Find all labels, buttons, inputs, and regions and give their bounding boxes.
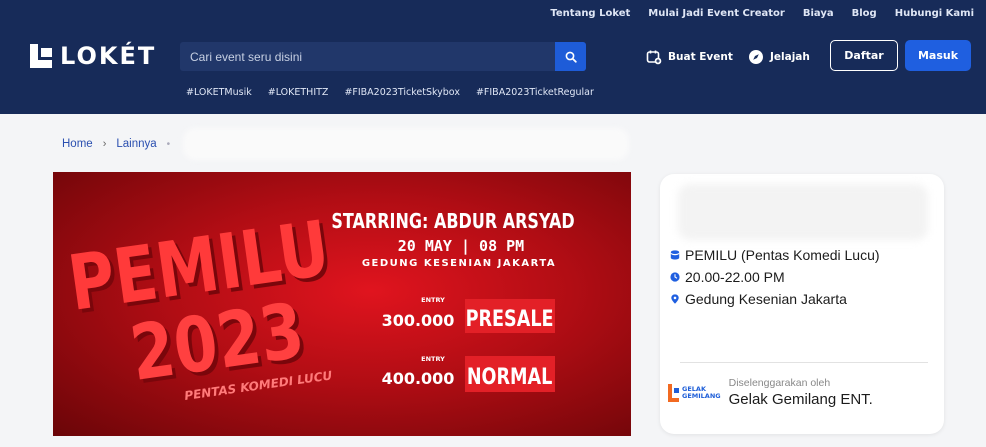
separator-dot: • [166, 138, 171, 150]
card-title-redacted [678, 184, 928, 240]
event-location: Gedung Kesenian Jakarta [685, 291, 847, 307]
breadcrumb-redacted [183, 128, 629, 160]
hashtag-item[interactable]: #LOKETMusik [186, 87, 252, 98]
event-banner: PEMILU PEMILU 2023 2023 PENTAS KOMEDI LU… [53, 172, 631, 436]
nav-blog[interactable]: Blog [852, 8, 877, 19]
event-time: 20.00-22.00 PM [685, 269, 785, 285]
normal-label: NORMAL [467, 364, 553, 389]
location-pin-icon [671, 294, 679, 304]
organizer-logo: GELAK GEMILANG [668, 383, 721, 402]
nav-contact[interactable]: Hubungi Kami [895, 8, 974, 19]
nav-pricing[interactable]: Biaya [803, 8, 834, 19]
event-time-row: 20.00-22.00 PM [670, 269, 785, 285]
explore-label: Jelajah [770, 51, 810, 63]
hashtag-item[interactable]: #LOKETHITZ [268, 87, 329, 98]
loket-logo-mark [30, 44, 52, 68]
logo-text: LOKÉT [60, 42, 157, 70]
event-info-card: PEMILU (Pentas Komedi Lucu) 20.00-22.00 … [660, 174, 944, 434]
chevron-right-icon: › [102, 138, 107, 150]
organizer[interactable]: GELAK GEMILANG Diselenggarakan oleh Gela… [668, 377, 873, 408]
breadcrumb-category[interactable]: Lainnya [116, 138, 156, 150]
event-location-row: Gedung Kesenian Jakarta [670, 291, 847, 307]
organizer-logo-text: GELAK GEMILANG [682, 384, 721, 400]
card-divider [680, 362, 928, 363]
event-name-row: PEMILU (Pentas Komedi Lucu) [670, 247, 880, 263]
search-bar [180, 42, 586, 71]
hashtag-item[interactable]: #FIBA2023TicketSkybox [344, 87, 460, 98]
search-button[interactable] [555, 42, 586, 71]
organizer-text: Diselenggarakan oleh Gelak Gemilang ENT. [729, 377, 873, 408]
banner-starring: STARRING: ABDUR ARSYAD [331, 210, 574, 233]
nav-become-creator[interactable]: Mulai Jadi Event Creator [648, 8, 785, 19]
organizer-label: Diselenggarakan oleh [728, 377, 831, 389]
banner-datetime: 20 MAY | 08 PM [398, 237, 524, 256]
organizer-name[interactable]: Gelak Gemilang ENT. [729, 391, 873, 408]
banner-venue: GEDUNG KESENIAN JAKARTA [362, 258, 556, 269]
hashtag-item[interactable]: #FIBA2023TicketRegular [476, 87, 594, 98]
login-button[interactable]: Masuk [905, 40, 971, 71]
register-button[interactable]: Daftar [830, 40, 898, 71]
header: Tentang Loket Mulai Jadi Event Creator B… [0, 0, 986, 114]
calendar-plus-icon [646, 50, 662, 65]
clock-icon [670, 272, 680, 282]
normal-price: 400.000 [382, 369, 455, 388]
top-nav: Tentang Loket Mulai Jadi Event Creator B… [550, 8, 974, 19]
loket-logo[interactable]: LOKÉT [30, 42, 156, 70]
hashtag-list: #LOKETMusik #LOKETHITZ #FIBA2023TicketSk… [186, 87, 594, 98]
entry-label: ENTRY [421, 296, 445, 304]
compass-icon [749, 50, 763, 64]
organizer-logo-mark [668, 383, 679, 402]
create-event-label: Buat Event [668, 51, 733, 63]
event-name: PEMILU (Pentas Komedi Lucu) [685, 247, 880, 263]
entry-label: ENTRY [421, 355, 445, 363]
presale-label: PRESALE [466, 306, 554, 331]
search-icon [565, 51, 577, 63]
nav-about[interactable]: Tentang Loket [550, 8, 630, 19]
create-event-button[interactable]: Buat Event [646, 49, 733, 65]
search-input[interactable] [180, 42, 555, 71]
presale-price: 300.000 [382, 311, 455, 330]
breadcrumb-home[interactable]: Home [62, 138, 93, 150]
breadcrumb: Home › Lainnya • [62, 138, 170, 150]
database-icon [670, 250, 680, 260]
explore-button[interactable]: Jelajah [748, 49, 810, 65]
